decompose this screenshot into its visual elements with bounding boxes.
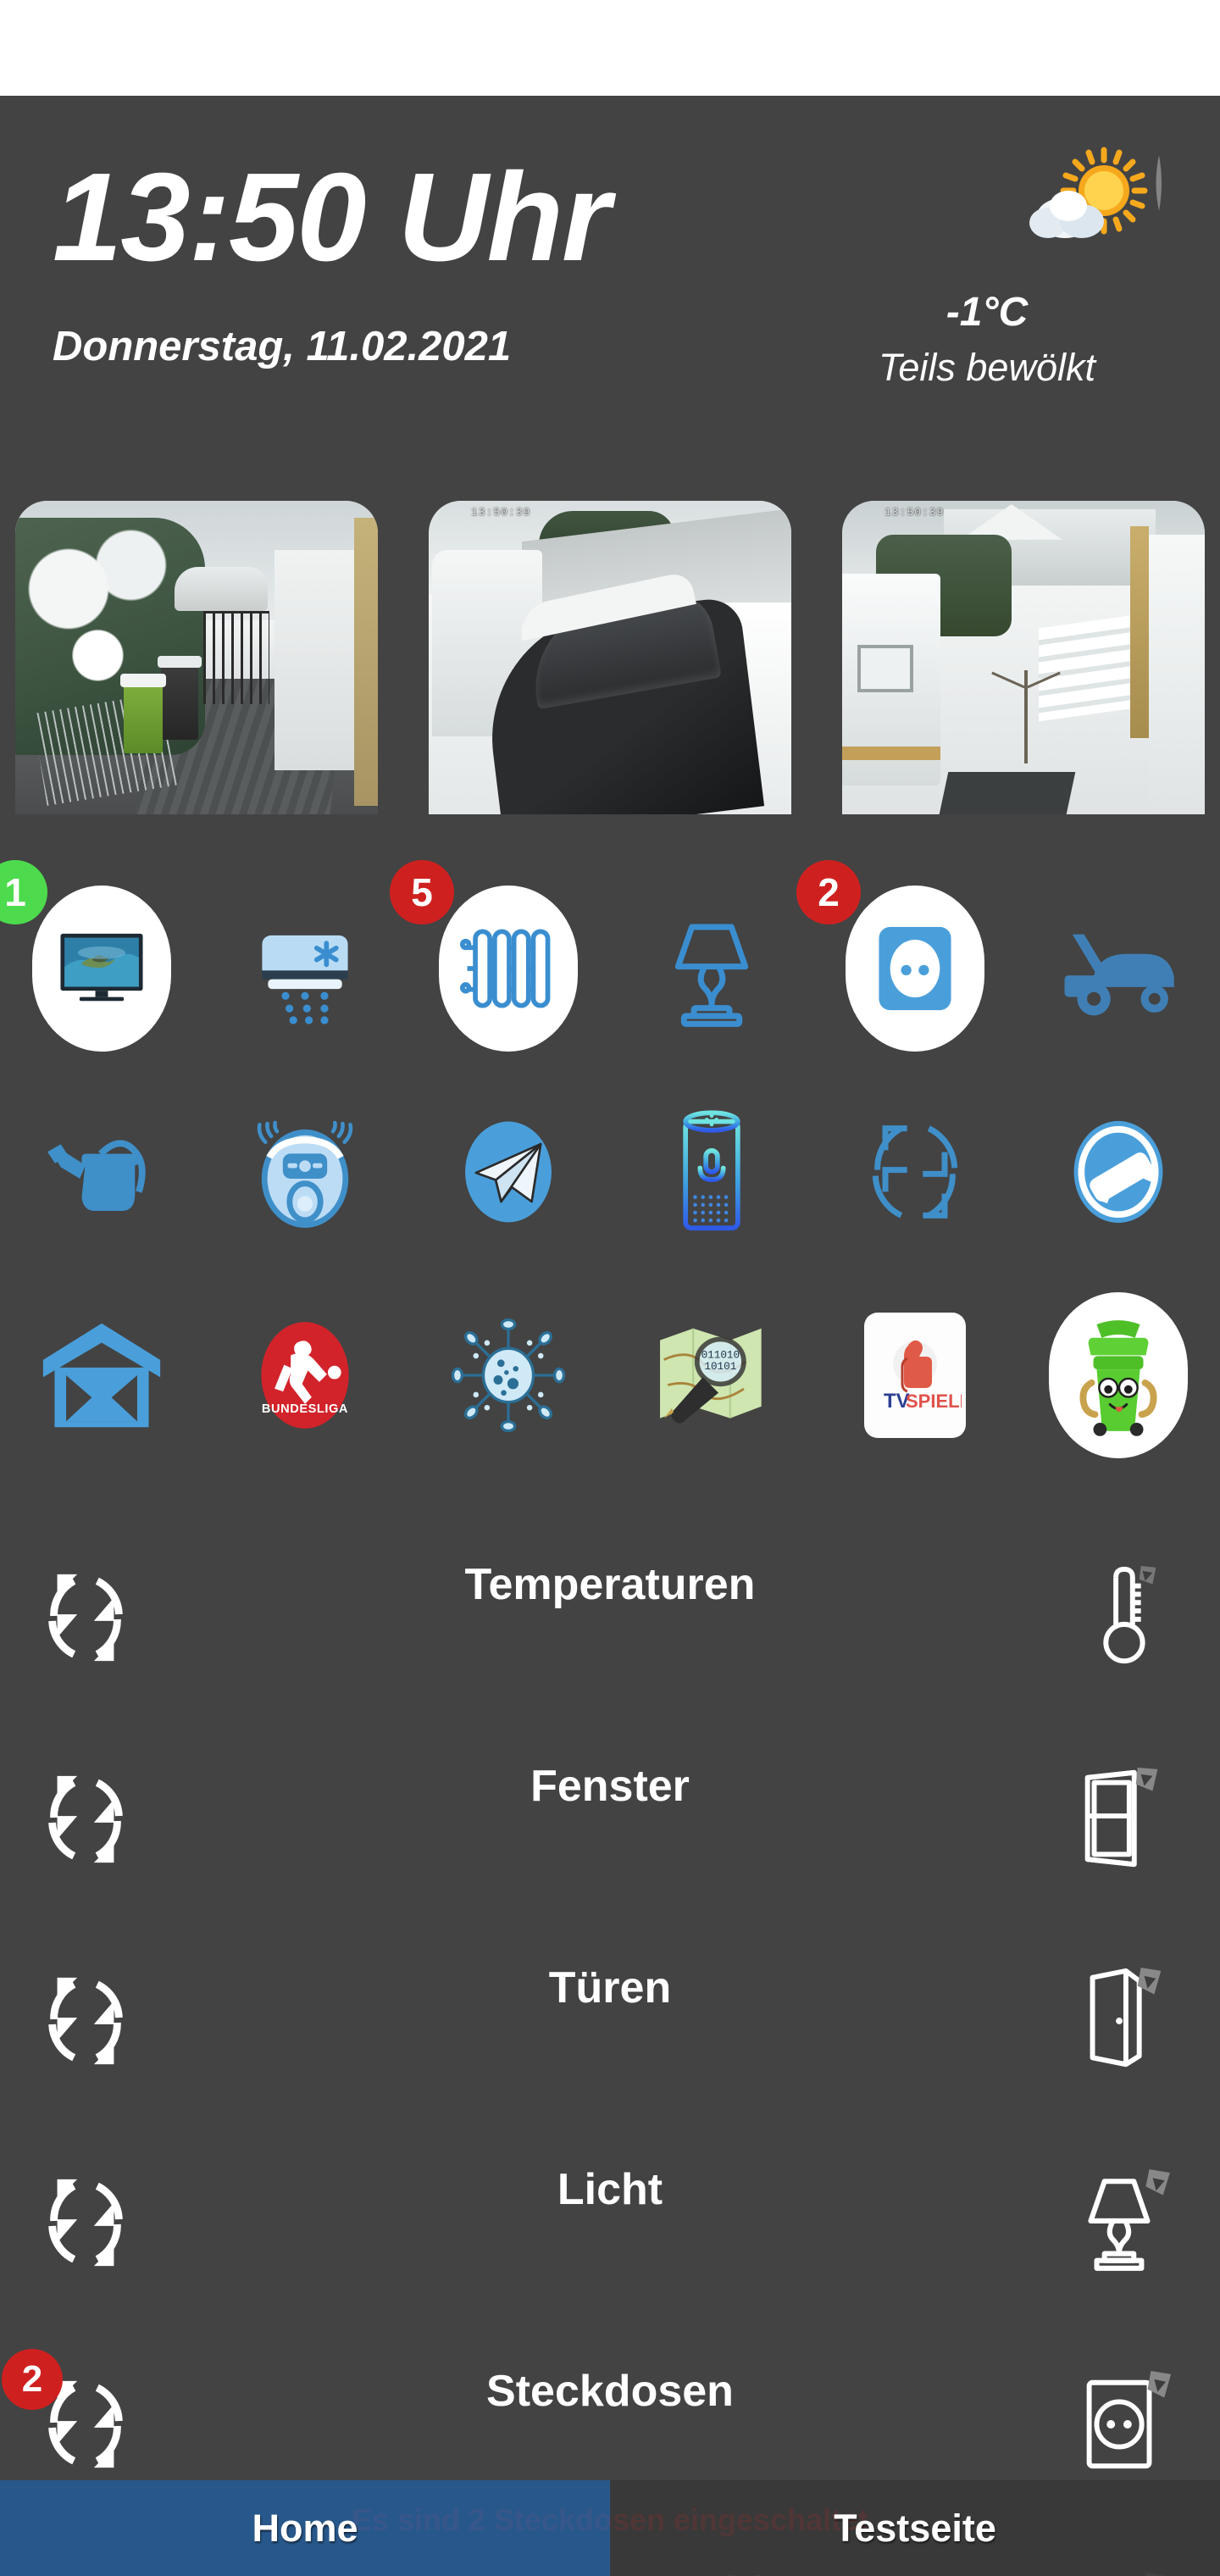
list-row-label: Steckdosen — [486, 2367, 734, 2416]
icon-cell-coronavirus[interactable] — [407, 1274, 610, 1477]
badge-count: 5 — [390, 860, 454, 924]
smart-speaker-icon — [647, 1108, 776, 1236]
power-socket-outline-icon[interactable] — [1068, 2369, 1176, 2478]
icon-cell-mailbox[interactable] — [0, 1274, 203, 1477]
window-icon[interactable] — [1068, 1764, 1176, 1873]
telegram-icon — [444, 1108, 573, 1236]
badge-count: 1 — [0, 860, 47, 924]
watering-can-icon — [37, 1108, 166, 1236]
icon-cell-waste-bin-mascot[interactable] — [1017, 1274, 1220, 1477]
icon-grid: 1 5 2 BUNDESLIGA 011010 10101 TV SPIEL — [0, 860, 1220, 1477]
icon-cell-bundesliga[interactable]: BUNDESLIGA — [203, 1274, 407, 1477]
clock-time: 13:50 Uhr — [53, 147, 611, 287]
table-lamp-icon[interactable] — [1068, 2168, 1176, 2276]
status-bar — [0, 0, 1220, 96]
door-icon[interactable] — [1068, 1966, 1176, 2074]
svg-text:011010: 011010 — [702, 1348, 740, 1361]
icon-row-1: 1 5 2 — [0, 860, 1220, 1070]
list-row-licht[interactable]: Licht — [0, 2137, 1220, 2339]
list-row-label: Licht — [557, 2165, 663, 2214]
list-row-label: Temperaturen — [464, 1560, 756, 1609]
tab-testseite[interactable]: Testseite — [610, 2480, 1220, 2576]
tv-spielfilm-icon: TV SPIELFILM — [864, 1313, 966, 1438]
map-search-icon: 011010 10101 — [647, 1311, 776, 1440]
list-row-fenster[interactable]: Fenster — [0, 1734, 1220, 1935]
power-socket-icon — [846, 886, 984, 1052]
waste-bin-mascot-icon — [1049, 1292, 1188, 1458]
icon-cell-air-conditioner[interactable] — [203, 867, 407, 1070]
bundesliga-icon: BUNDESLIGA — [241, 1311, 369, 1440]
icon-cell-map-search[interactable]: 011010 10101 — [610, 1274, 813, 1477]
tab-label: Home — [252, 2506, 358, 2550]
icon-cell-refresh[interactable] — [813, 1070, 1017, 1274]
camera-timestamp: 13:50:39 — [884, 506, 945, 519]
svg-text:BUNDESLIGA: BUNDESLIGA — [262, 1402, 348, 1416]
svg-text:10101: 10101 — [704, 1360, 736, 1373]
radiator-icon — [439, 886, 578, 1052]
camera-thumbnail-backyard[interactable]: 13:50:39 — [842, 501, 1205, 814]
icon-cell-telegram[interactable] — [407, 1070, 610, 1274]
air-conditioner-icon — [241, 904, 369, 1033]
camera-thumbnail-driveway[interactable] — [15, 501, 378, 814]
clock-date: Donnerstag, 11.02.2021 — [53, 324, 512, 369]
tv-icon — [32, 886, 171, 1052]
header: 13:50 Uhr Donnerstag, 11.02.2021 -1°C Te… — [0, 96, 1220, 469]
icon-cell-tv-spielfilm[interactable]: TV SPIELFILM — [813, 1274, 1017, 1477]
list-row-tueren[interactable]: Türen — [0, 1935, 1220, 2137]
icon-cell-tv[interactable]: 1 — [0, 860, 203, 1070]
weather-condition: Teils bewölkt — [879, 346, 1095, 389]
camera-thumbnail-carport[interactable]: 13:50:39 — [429, 501, 791, 814]
icon-row-2 — [0, 1070, 1220, 1274]
sun-behind-cloud-icon — [788, 138, 1186, 274]
icon-cell-surveillance-camera[interactable] — [1017, 1070, 1220, 1274]
icon-cell-radiator[interactable]: 5 — [390, 860, 610, 1070]
robot-vacuum-icon — [241, 1108, 369, 1236]
tab-home[interactable]: Home — [0, 2480, 610, 2576]
camera-timestamp: 13:50:39 — [471, 506, 531, 519]
icon-cell-watering-can[interactable] — [0, 1070, 203, 1274]
list-row-label: Fenster — [530, 1762, 690, 1811]
icon-cell-power-socket[interactable]: 2 — [796, 860, 1017, 1070]
badge-count: 2 — [796, 860, 861, 924]
bottom-tab-bar: Home Testseite — [0, 2480, 1220, 2576]
mailbox-icon — [37, 1311, 166, 1440]
coronavirus-icon — [444, 1311, 573, 1440]
icon-cell-robot-vacuum[interactable] — [203, 1070, 407, 1274]
app-body: 13:50 Uhr Donnerstag, 11.02.2021 -1°C Te… — [0, 96, 1220, 2576]
lawn-mower-icon — [1054, 904, 1183, 1033]
svg-text:SPIELFILM: SPIELFILM — [906, 1391, 962, 1412]
surveillance-camera-icon — [1054, 1108, 1183, 1236]
icon-cell-lawn-mower[interactable] — [1017, 867, 1220, 1070]
badge-count: 2 — [2, 2349, 63, 2410]
icon-cell-smart-speaker[interactable] — [610, 1070, 813, 1274]
icon-row-3: BUNDESLIGA 011010 10101 TV SPIEL — [0, 1274, 1220, 1477]
camera-thumbnail-strip: 13:50:39 13:50:39 — [0, 501, 1220, 814]
thermometer-icon[interactable] — [1068, 1563, 1176, 1671]
status-list: Temperaturen Fenster Türen Licht 2 Steck… — [0, 1532, 1220, 2576]
weather-widget[interactable]: -1°C Teils bewölkt — [788, 138, 1186, 386]
list-row-temperaturen[interactable]: Temperaturen — [0, 1532, 1220, 1734]
refresh-icon — [851, 1108, 979, 1236]
tab-label: Testseite — [834, 2506, 996, 2550]
icon-cell-table-lamp[interactable] — [610, 867, 813, 1070]
weather-temperature: -1°C — [946, 290, 1029, 335]
table-lamp-icon — [647, 904, 776, 1033]
list-row-label: Türen — [548, 1963, 672, 2012]
